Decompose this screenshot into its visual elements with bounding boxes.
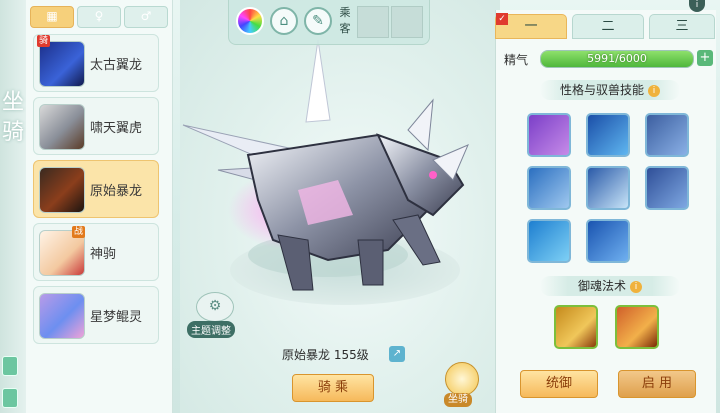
tab-figure-outline[interactable]: ♂ bbox=[124, 6, 168, 28]
appearance-toolbar: ⌂ ✎ 乘客 bbox=[228, 0, 430, 45]
color-wheel-icon[interactable] bbox=[236, 7, 264, 35]
battle-badge: 战 bbox=[72, 226, 86, 238]
figure-icon: ♀ bbox=[94, 9, 104, 23]
beast-run-skill-icon[interactable] bbox=[645, 166, 689, 210]
list-tabbar: ▦ ♀ ♂ bbox=[30, 6, 168, 28]
ride-badge: 骑 bbox=[37, 35, 51, 47]
tab-grid[interactable]: ▦ bbox=[30, 6, 74, 28]
mount-card-star-dream-kun[interactable]: 星梦鲲灵 bbox=[33, 286, 159, 344]
mount-card-xiaotian-tiger[interactable]: 啸天翼虎 bbox=[33, 97, 159, 155]
bell-icon: ⚙ bbox=[208, 298, 222, 314]
theme-adjust-button[interactable]: ⚙ bbox=[196, 292, 234, 322]
mount-detail-panel bbox=[495, 10, 716, 413]
info-icon[interactable]: i bbox=[630, 280, 642, 293]
blue-dragon-portrait-icon bbox=[39, 41, 85, 87]
rail-button[interactable] bbox=[2, 388, 18, 408]
shield-skill-icon[interactable] bbox=[527, 166, 571, 210]
tab-three[interactable]: 三 bbox=[649, 14, 715, 39]
soul-section-title: 御魂法术 i bbox=[540, 276, 680, 296]
tab-label: 二 bbox=[601, 19, 615, 34]
rail-button[interactable] bbox=[2, 356, 18, 376]
traits-section-title: 性格与驭兽技能 i bbox=[540, 80, 680, 100]
info-icon[interactable]: i bbox=[648, 84, 660, 97]
brush-icon[interactable]: ✎ bbox=[304, 7, 332, 35]
tab-two[interactable]: 二 bbox=[572, 14, 644, 39]
mount-model-image bbox=[182, 40, 469, 291]
figure-outline-icon: ♂ bbox=[140, 9, 152, 23]
passenger-label: 乘客 bbox=[339, 6, 351, 35]
rail-title: 坐 骑 bbox=[0, 88, 26, 148]
mount-name: 星梦鲲灵 bbox=[90, 310, 143, 325]
tab-figure[interactable]: ♀ bbox=[77, 6, 121, 28]
command-button[interactable]: 统御 bbox=[520, 370, 598, 398]
rat-skill-icon[interactable] bbox=[527, 113, 571, 157]
grid-icon: ▦ bbox=[46, 9, 58, 23]
whale-portrait-icon bbox=[39, 293, 85, 339]
mount-card-primal-tyrannosaur[interactable]: 原始暴龙 bbox=[33, 160, 159, 218]
blue-dragon-skill-icon[interactable] bbox=[586, 113, 630, 157]
rail-title-char: 坐 bbox=[1, 90, 24, 115]
dark-dragon-portrait-icon bbox=[39, 167, 85, 213]
soul-title-text: 御魂法术 bbox=[577, 279, 626, 293]
mount-name: 神驹 bbox=[90, 247, 117, 262]
theme-adjust-label: 主题调整 bbox=[187, 321, 235, 338]
passenger-slot[interactable] bbox=[357, 6, 389, 38]
mount-card-divine-steed[interactable]: 战 神驹 bbox=[33, 223, 159, 281]
essence-bar: 5991/6000 bbox=[540, 50, 694, 68]
mount-name: 啸天翼虎 bbox=[90, 121, 143, 136]
share-icon[interactable]: ↗ bbox=[389, 346, 405, 362]
mount-name: 太古翼龙 bbox=[90, 58, 143, 73]
mount-name: 原始暴龙 bbox=[90, 184, 143, 199]
tab-label: 三 bbox=[675, 19, 689, 34]
tab-label: 一 bbox=[524, 19, 538, 34]
mount-level-title: 原始暴龙 155级 bbox=[282, 348, 369, 362]
left-rail bbox=[0, 0, 26, 413]
add-essence-button[interactable]: + bbox=[697, 50, 713, 66]
horse-head-icon[interactable] bbox=[445, 362, 479, 396]
essence-value: 5991/6000 bbox=[587, 52, 647, 65]
ride-button[interactable]: 骑 乘 bbox=[292, 374, 374, 402]
traits-title-text: 性格与驭兽技能 bbox=[559, 83, 644, 97]
lion-roar-icon[interactable] bbox=[615, 305, 659, 349]
house-icon[interactable]: ⌂ bbox=[270, 7, 298, 35]
passenger-slot[interactable] bbox=[391, 6, 423, 38]
tiger-skill-icon[interactable] bbox=[586, 166, 630, 210]
enable-button[interactable]: 启 用 bbox=[618, 370, 696, 398]
lion-claw-icon[interactable] bbox=[554, 305, 598, 349]
check-icon: ✓ bbox=[496, 13, 508, 25]
rail-title-char: 骑 bbox=[1, 120, 24, 145]
white-tiger-portrait-icon bbox=[39, 104, 85, 150]
essence-label: 精气 bbox=[504, 53, 529, 67]
mount-badge-label: 坐骑 bbox=[444, 393, 472, 407]
mount-card-taigu-pterodactyl[interactable]: 骑 太古翼龙 bbox=[33, 34, 159, 92]
paw-skill-icon[interactable] bbox=[527, 219, 571, 263]
butterfly-skill-icon[interactable] bbox=[586, 219, 630, 263]
wolf-skill-icon[interactable] bbox=[645, 113, 689, 157]
